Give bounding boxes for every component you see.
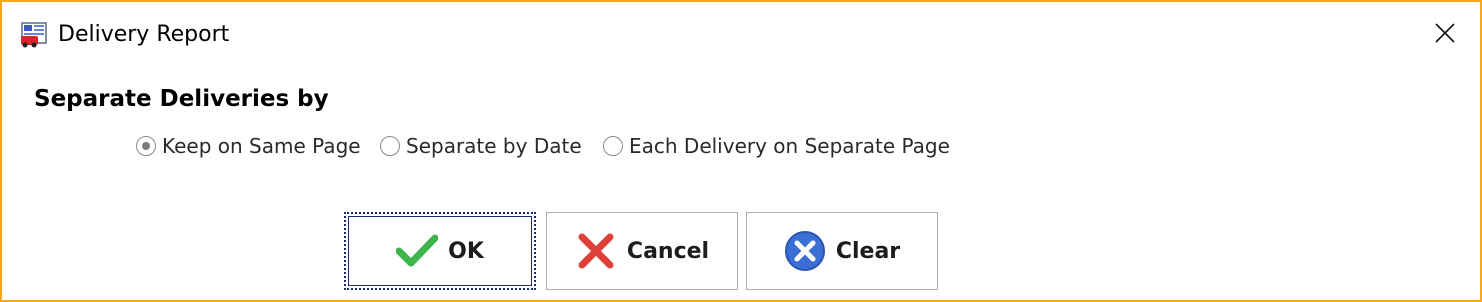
radio-each-delivery-separate[interactable]: Each Delivery on Separate Page [603, 130, 950, 162]
radio-keep-same-page[interactable]: Keep on Same Page [136, 130, 361, 162]
radio-button[interactable] [603, 136, 623, 156]
close-icon [1435, 23, 1455, 43]
report-icon [20, 22, 50, 48]
check-icon [396, 230, 439, 272]
window-title: Delivery Report [58, 22, 230, 47]
cancel-label: Cancel [626, 238, 710, 264]
x-icon [575, 230, 617, 272]
ok-button[interactable]: OK [344, 212, 536, 290]
clear-button[interactable]: Clear [746, 212, 938, 290]
ok-label: OK [448, 238, 484, 264]
radio-button[interactable] [380, 136, 400, 156]
clear-circle-icon [784, 230, 826, 272]
delivery-report-dialog: Delivery Report Separate Deliveries by K… [0, 0, 1482, 302]
clear-label: Clear [835, 238, 901, 264]
cancel-button[interactable]: Cancel [546, 212, 738, 290]
radio-separate-by-date[interactable]: Separate by Date [380, 130, 582, 162]
close-button[interactable] [1420, 8, 1470, 58]
radio-label: Each Delivery on Separate Page [629, 134, 950, 158]
radio-label: Separate by Date [406, 134, 582, 158]
title-bar: Delivery Report [2, 2, 1480, 64]
radio-label: Keep on Same Page [162, 134, 361, 158]
separate-deliveries-label: Separate Deliveries by [34, 86, 329, 112]
radio-button-checked[interactable] [136, 136, 156, 156]
